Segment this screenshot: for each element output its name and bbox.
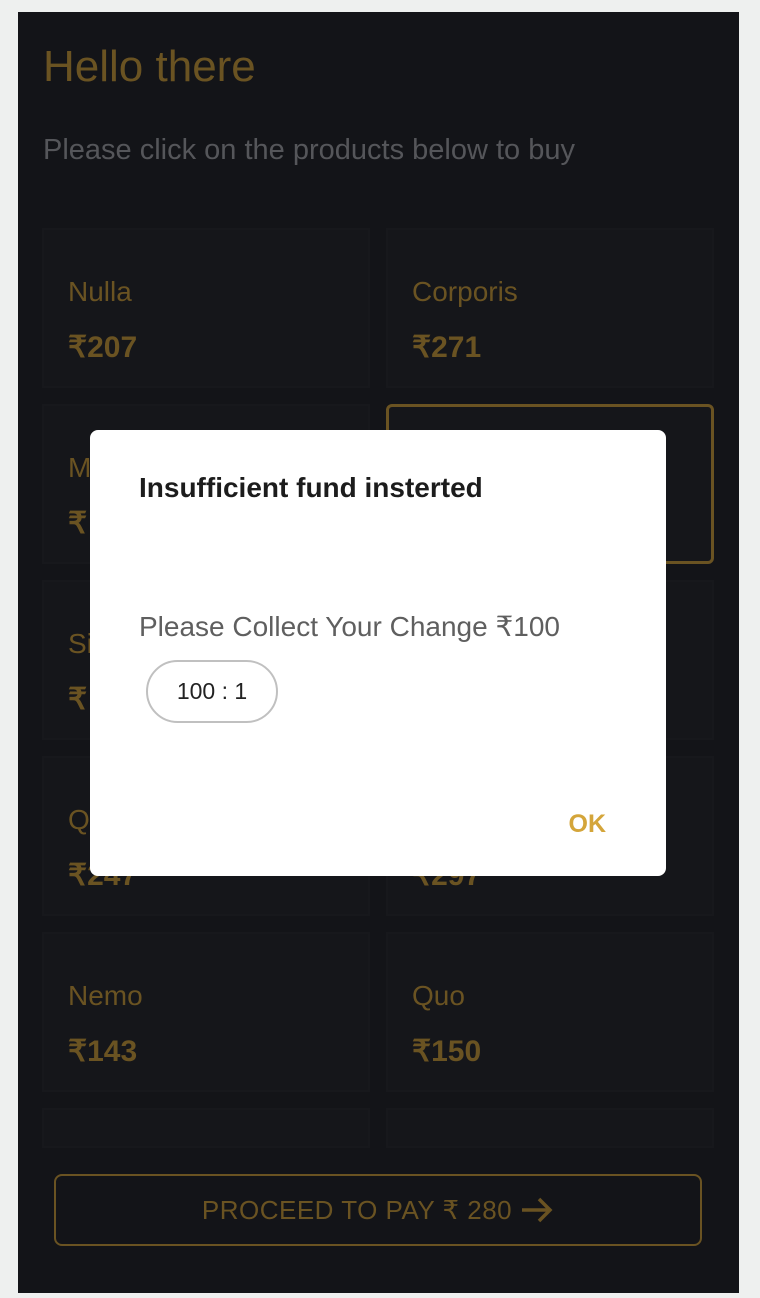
page-subtitle: Please click on the products below to bu…: [43, 134, 575, 166]
product-price: ₹271: [412, 331, 482, 364]
product-name: Nemo: [68, 980, 143, 1011]
product-name: M: [68, 452, 92, 483]
product-price: ₹150: [412, 1035, 482, 1068]
pay-label: PROCEED TO PAY ₹ 280: [201, 1194, 513, 1225]
product-price: ₹207: [68, 331, 138, 364]
product-card[interactable]: Corporis ₹271: [386, 228, 714, 388]
product-name: Nulla: [68, 276, 132, 307]
dialog-message: Please Collect Your Change ₹100: [139, 611, 560, 642]
product-card[interactable]: [386, 1108, 714, 1148]
change-chip: 100 : 1: [146, 660, 278, 723]
arrow-right-icon: [522, 1197, 553, 1223]
product-card[interactable]: Nulla ₹207: [42, 228, 370, 388]
product-card[interactable]: Nemo ₹143: [42, 932, 370, 1092]
product-price: ₹: [68, 683, 88, 716]
proceed-to-pay-button[interactable]: PROCEED TO PAY ₹ 280: [54, 1174, 702, 1246]
ok-button[interactable]: OK: [569, 810, 607, 839]
product-card[interactable]: [42, 1108, 370, 1148]
product-name: Q: [68, 804, 90, 835]
product-card[interactable]: Quo ₹150: [386, 932, 714, 1092]
product-name: Corporis: [412, 276, 518, 307]
product-price: ₹: [68, 507, 88, 540]
dialog-title: Insufficient fund insterted: [139, 472, 483, 503]
insufficient-fund-dialog: Insufficient fund insterted Please Colle…: [90, 430, 666, 876]
page-title: Hello there: [43, 42, 256, 91]
product-price: ₹143: [68, 1035, 138, 1068]
product-name: Quo: [412, 980, 465, 1011]
